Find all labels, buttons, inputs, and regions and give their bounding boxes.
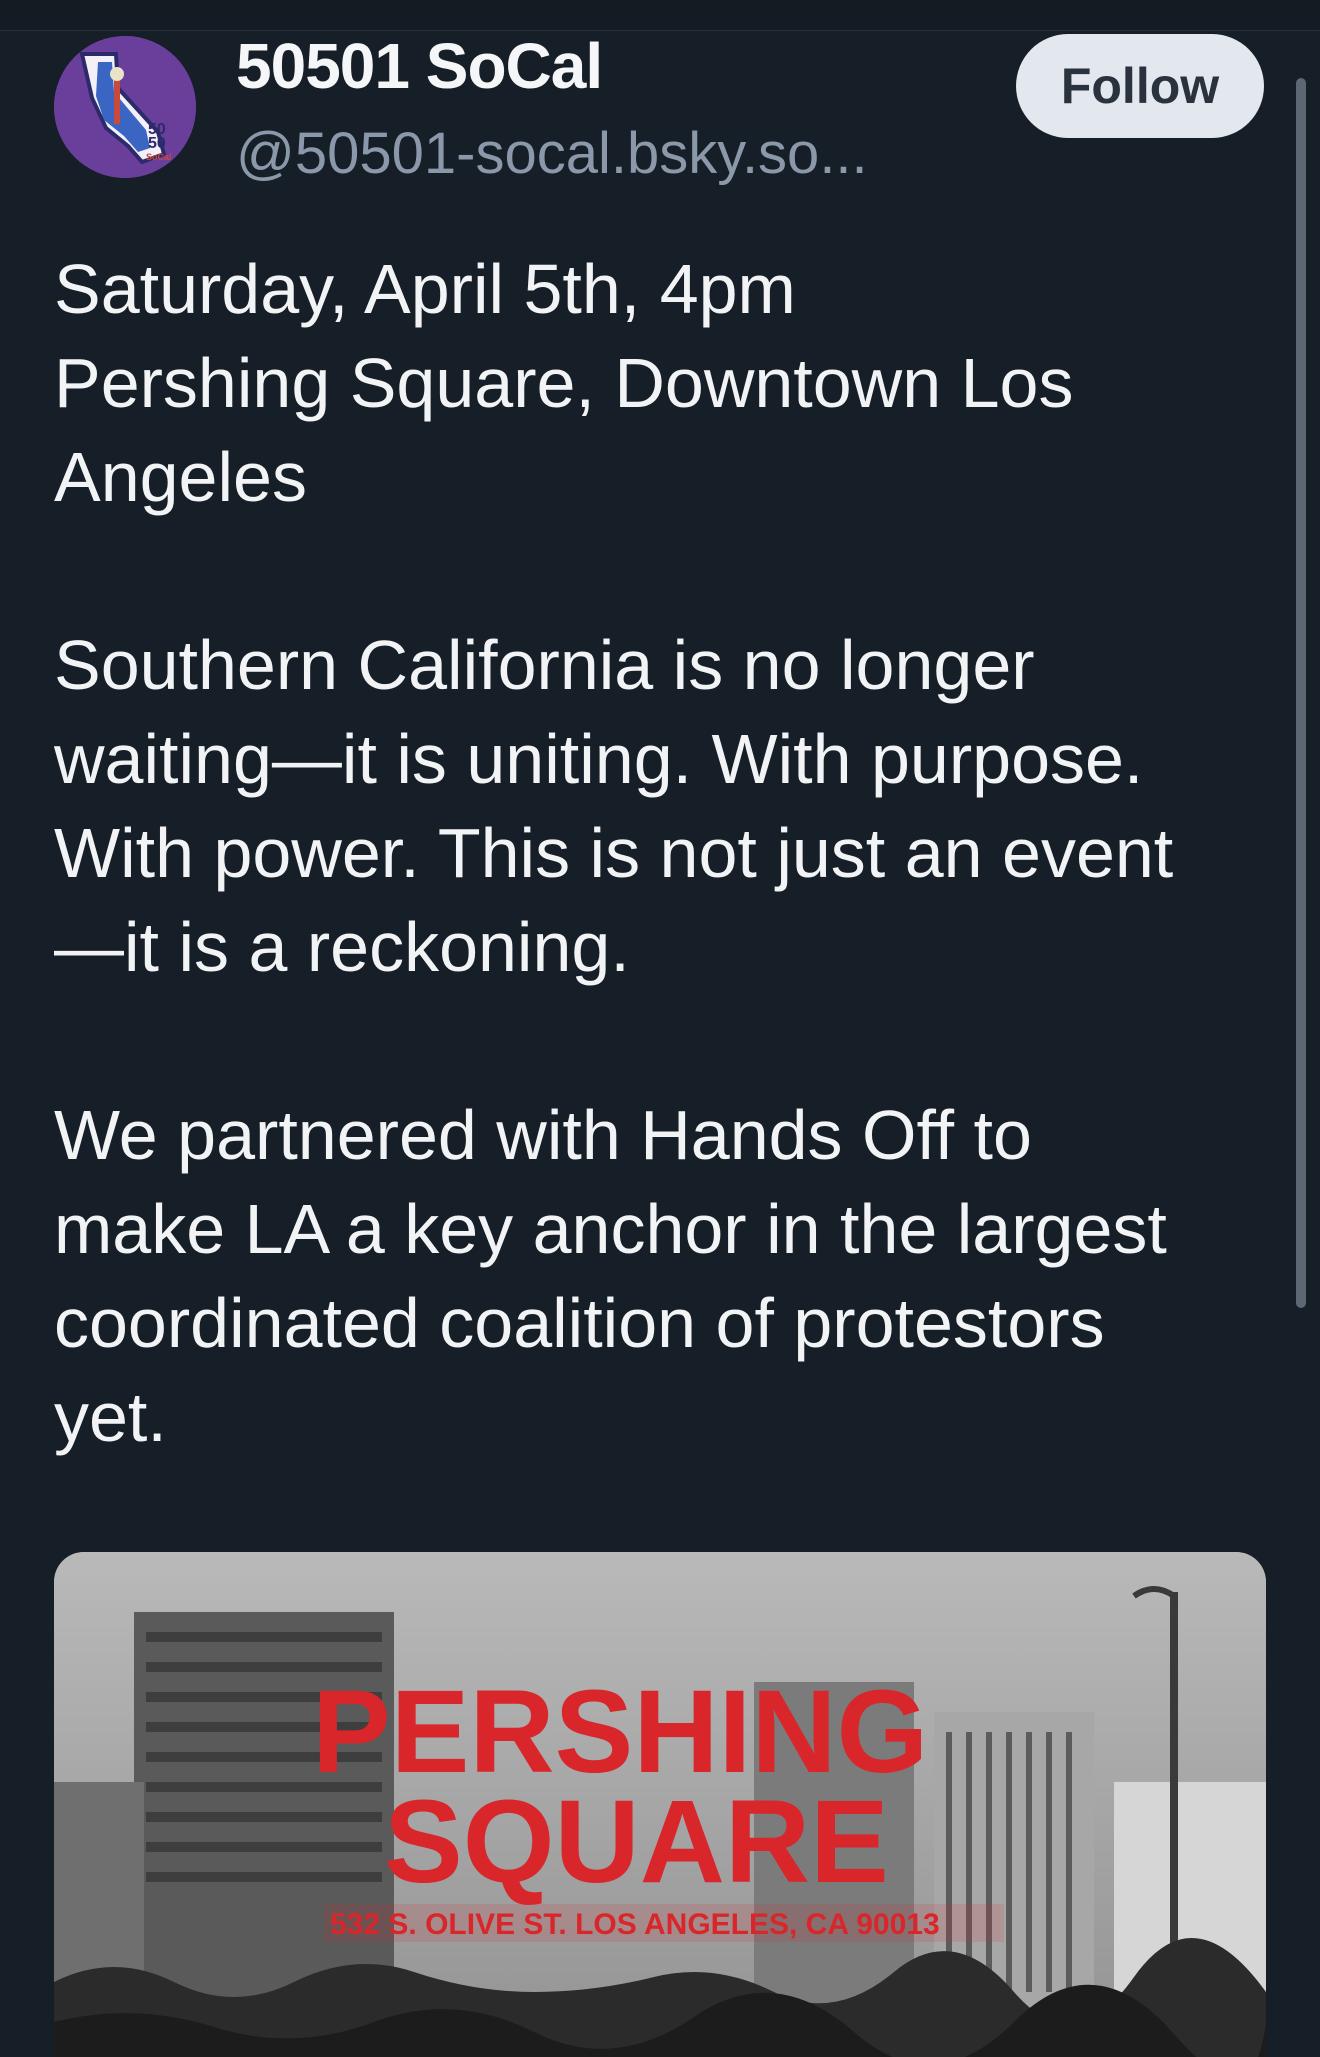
post-line: Saturday, April 5th, 4pm xyxy=(54,250,796,328)
author-display-name[interactable]: 50501 SoCal xyxy=(236,28,603,104)
post-paragraph-partnership: We partnered with Hands Off to make LA a… xyxy=(54,1088,1284,1464)
post-paragraph-when-where: Saturday, April 5th, 4pm Pershing Square… xyxy=(54,242,1284,524)
post-line: Pershing Square, Downtown Los xyxy=(54,344,1074,422)
california-logo-icon: 50 50 SoCal xyxy=(54,36,196,178)
post-line: yet. xyxy=(54,1378,167,1456)
author-handle[interactable]: @50501-socal.bsky.so... xyxy=(236,118,868,190)
svg-text:SoCal: SoCal xyxy=(146,152,172,162)
header-bar xyxy=(0,0,1320,31)
post-line: coordinated coalition of protestors xyxy=(54,1284,1105,1362)
post-line: make LA a key anchor in the largest xyxy=(54,1190,1167,1268)
post-image[interactable]: PERSHING SQUARE 532 S. OLIVE ST. LOS ANG… xyxy=(54,1552,1266,2057)
author-avatar[interactable]: 50 50 SoCal xyxy=(54,36,196,178)
svg-text:50: 50 xyxy=(148,135,166,152)
post-paragraph-statement: Southern California is no longer waiting… xyxy=(54,618,1284,994)
post-line: Southern California is no longer xyxy=(54,626,1035,704)
post-view: 50 50 SoCal 50501 SoCal @50501-socal.bsk… xyxy=(0,0,1320,2057)
post-line: Angeles xyxy=(54,438,307,516)
post-line: With power. This is not just an event xyxy=(54,814,1174,892)
scrollbar[interactable] xyxy=(1296,78,1306,1308)
post-line: —it is a reckoning. xyxy=(54,908,630,986)
post-line: We partnered with Hands Off to xyxy=(54,1096,1032,1174)
protest-photo: PERSHING SQUARE 532 S. OLIVE ST. LOS ANG… xyxy=(54,1552,1266,2057)
post-line: waiting—it is uniting. With purpose. xyxy=(54,720,1144,798)
follow-button[interactable]: Follow xyxy=(1016,34,1264,138)
media-headline-line2: SQUARE xyxy=(384,1776,889,1908)
media-address: 532 S. OLIVE ST. LOS ANGELES, CA 90013 xyxy=(330,1908,940,1941)
post-body: Saturday, April 5th, 4pm Pershing Square… xyxy=(54,242,1284,1464)
